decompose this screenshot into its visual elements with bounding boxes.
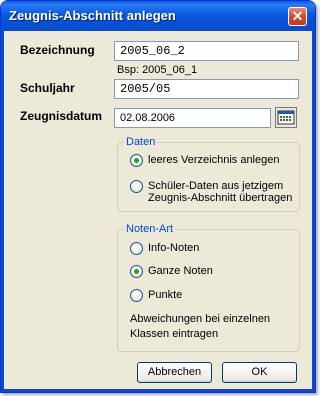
window-border-right bbox=[312, 31, 315, 392]
radio-label: Ganze Noten bbox=[148, 265, 213, 277]
noten-art-legend: Noten-Art bbox=[124, 223, 176, 235]
zeugnisdatum-input[interactable]: 02.08.2006 bbox=[114, 108, 271, 128]
radio-label: leeres Verzeichnis anlegen bbox=[148, 154, 280, 166]
radio-label: Punkte bbox=[148, 289, 183, 301]
zeugnisdatum-label: Zeugnisdatum bbox=[20, 109, 103, 123]
radio-circle bbox=[130, 289, 143, 302]
radio-circle bbox=[130, 265, 143, 278]
daten-group: Daten leeres Verzeichnis anlegen Schüler… bbox=[117, 136, 300, 212]
note-line2: Klassen eintragen bbox=[130, 328, 219, 340]
cancel-button[interactable]: Abbrechen bbox=[137, 362, 212, 383]
radio-circle bbox=[130, 154, 143, 167]
title-bar[interactable]: Zeugnis-Abschnitt anlegen ✕ bbox=[1, 1, 315, 31]
window-border-left bbox=[1, 31, 4, 392]
close-button[interactable]: ✕ bbox=[288, 7, 307, 26]
window-border-bottom bbox=[1, 389, 315, 392]
calendar-icon bbox=[277, 110, 295, 125]
calendar-button[interactable] bbox=[275, 107, 297, 128]
schuljahr-label: Schuljahr bbox=[20, 81, 75, 95]
bezeichnung-input[interactable]: 2005_06_2 bbox=[114, 41, 299, 61]
window-title: Zeugnis-Abschnitt anlegen bbox=[9, 8, 176, 23]
close-icon: ✕ bbox=[291, 8, 304, 24]
note-line1: Abweichungen bei einzelnen bbox=[130, 313, 271, 325]
abweichungen-note: Abweichungen bei einzelnen Klassen eintr… bbox=[130, 312, 270, 342]
radio-label-line2: Zeugnis-Abschnitt übertragen bbox=[148, 192, 293, 204]
bezeichnung-label: Bezeichnung bbox=[20, 43, 95, 57]
radio-label: Info-Noten bbox=[148, 242, 200, 254]
radio-selected-dot bbox=[134, 269, 139, 274]
noten-art-group: Noten-Art Info-Noten Ganze Noten Punkte … bbox=[117, 223, 300, 352]
ok-button[interactable]: OK bbox=[222, 362, 297, 383]
daten-legend: Daten bbox=[124, 136, 158, 148]
radio-circle bbox=[130, 242, 143, 255]
radio-selected-dot bbox=[134, 158, 139, 163]
radio-circle bbox=[130, 180, 143, 193]
schuljahr-input[interactable]: 2005/05 bbox=[114, 79, 299, 99]
bezeichnung-hint: Bsp: 2005_06_1 bbox=[117, 64, 198, 76]
dialog-window: Zeugnis-Abschnitt anlegen ✕ Bezeichnung … bbox=[0, 0, 316, 393]
